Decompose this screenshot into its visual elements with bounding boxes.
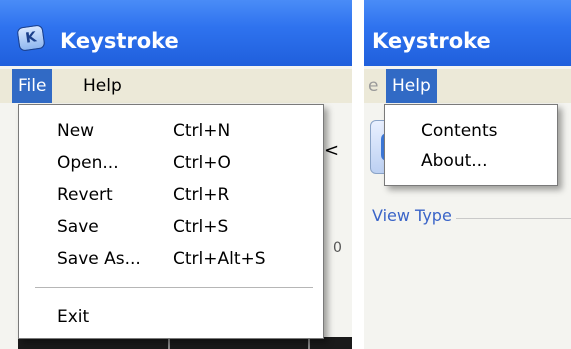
menu-separator	[35, 287, 313, 288]
menu-item-save[interactable]: Save Ctrl+S	[19, 211, 323, 243]
menu-item-contents[interactable]: Contents	[385, 115, 557, 147]
toolbar-arrow-icon: <	[324, 140, 340, 161]
menu-item-label: Exit	[57, 307, 90, 327]
menu-item-label: Save As...	[57, 249, 141, 269]
menu-item-about[interactable]: About...	[385, 145, 557, 177]
menu-item-revert[interactable]: Revert Ctrl+R	[19, 179, 323, 211]
menu-item-shortcut: Ctrl+S	[173, 217, 229, 237]
right-window: Keystroke e Help View Type Contents Abou…	[364, 0, 571, 349]
menu-item-label: New	[57, 121, 95, 141]
window-title: Keystroke	[372, 29, 491, 53]
background-digit: 0	[333, 240, 342, 256]
group-divider	[456, 218, 571, 219]
menu-bar: e Help	[364, 69, 571, 103]
menu-file-partial[interactable]: e	[364, 69, 384, 103]
help-dropdown-menu: Contents About...	[384, 104, 558, 186]
menu-item-label: Contents	[421, 121, 498, 141]
title-bar: Keystroke	[364, 0, 571, 66]
menu-item-label: Revert	[57, 185, 113, 205]
left-window: K Keystroke File Help < 0 New Ctrl+N Ope…	[0, 0, 352, 349]
menu-item-shortcut: Ctrl+Alt+S	[173, 249, 266, 269]
view-type-label: View Type	[372, 206, 452, 225]
menu-item-shortcut: Ctrl+N	[173, 121, 231, 141]
file-dropdown-menu: New Ctrl+N Open... Ctrl+O Revert Ctrl+R …	[18, 104, 324, 339]
menu-item-shortcut: Ctrl+O	[173, 153, 231, 173]
menu-item-open[interactable]: Open... Ctrl+O	[19, 147, 323, 179]
menu-item-label: Save	[57, 217, 99, 237]
menu-item-exit[interactable]: Exit	[19, 301, 323, 333]
menu-item-label: About...	[421, 151, 488, 171]
menu-help[interactable]: Help	[386, 69, 437, 103]
menu-item-save-as[interactable]: Save As... Ctrl+Alt+S	[19, 243, 323, 275]
menu-item-new[interactable]: New Ctrl+N	[19, 115, 323, 147]
menu-item-label: Open...	[57, 153, 119, 173]
menu-item-shortcut: Ctrl+R	[173, 185, 230, 205]
